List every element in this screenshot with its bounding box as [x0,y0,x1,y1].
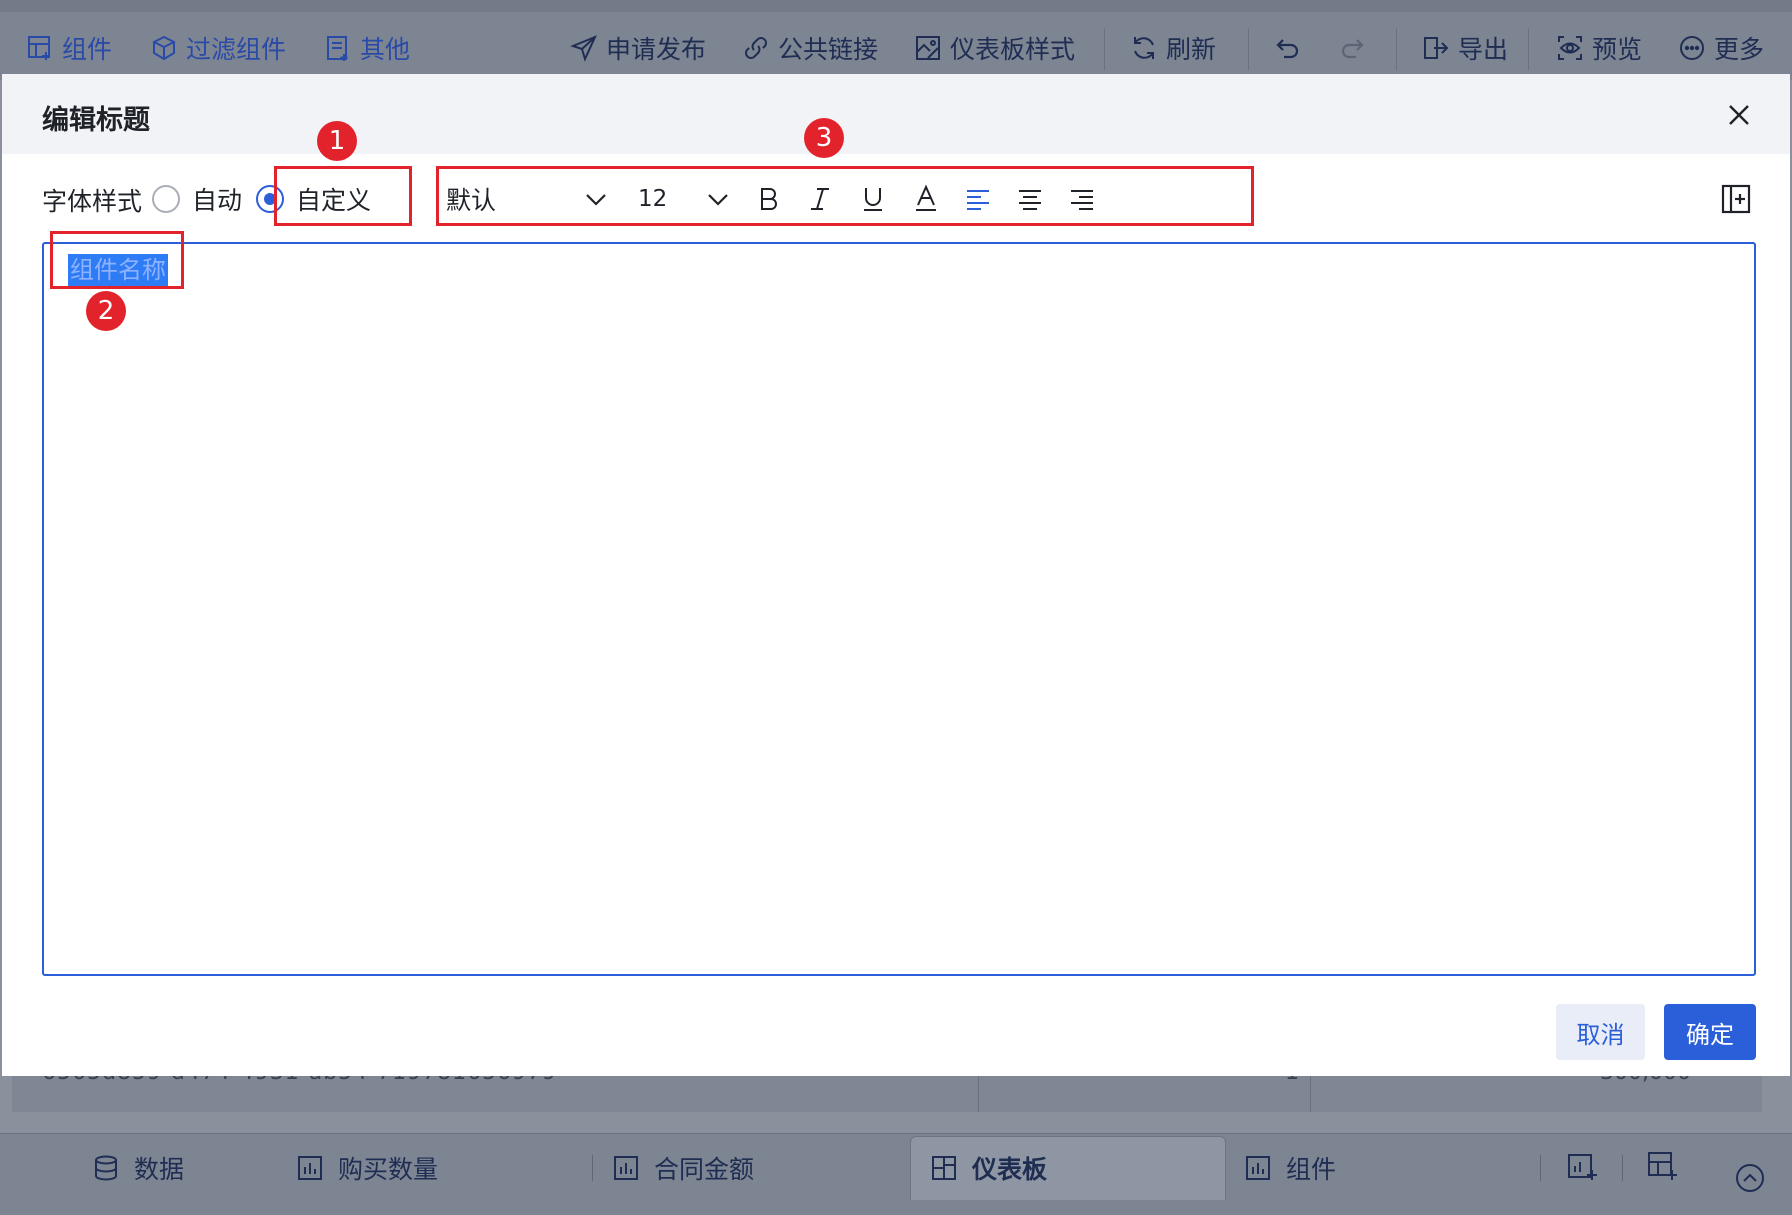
database-icon [95,1155,117,1181]
tab-dashboard[interactable]: 仪表板 [930,1148,1047,1188]
top-strip [0,0,1792,12]
toolbar-undo-button[interactable] [1274,30,1302,66]
radio-auto[interactable]: 自动 [152,182,242,216]
toolbar-redo-button[interactable] [1338,30,1366,66]
dialog-header [2,74,1790,154]
annotation-badge-3: 3 [804,118,844,158]
highlight-box-1 [274,166,412,226]
dashboard-icon [932,1156,956,1180]
toolbar-publish-label: 申请发布 [606,35,707,64]
bar-chart-icon [614,1156,638,1180]
other-doc-icon [327,36,348,61]
undo-icon [1276,39,1299,59]
toolbar-separator [1104,28,1105,70]
preview-eye-icon [1558,36,1582,60]
bar-chart-icon [1246,1156,1270,1180]
refresh-icon [1134,37,1154,59]
annotation-badge-1: 1 [317,121,357,161]
toolbar-refresh-label: 刷新 [1166,35,1217,64]
toolbar-publish-button[interactable]: 申请发布 [570,30,706,66]
tab-component[interactable]: 组件 [1244,1148,1336,1188]
toolbar-preview-label: 预览 [1592,35,1643,64]
tab-separator [1622,1155,1623,1181]
radio-auto-circle [152,185,180,213]
more-dots-icon [1680,36,1704,60]
toolbar-component-label: 组件 [62,35,113,64]
tab-contract-amount[interactable]: 合同金额 [612,1148,754,1188]
component-icon [28,36,50,60]
toolbar-more-button[interactable]: 更多 [1678,30,1764,66]
panel-toggle-icon[interactable] [1720,182,1752,216]
bottom-tab-bar [0,1133,1792,1215]
toolbar-separator [1528,28,1529,70]
toolbar-filter-button[interactable]: 过滤组件 [150,30,286,66]
export-icon [1424,37,1449,59]
toolbar-preview-button[interactable]: 预览 [1556,30,1642,66]
radio-auto-label: 自动 [192,186,243,215]
tab-purchase-qty-label: 购买数量 [338,1155,439,1184]
dialog-title: 编辑标题 [42,105,150,136]
toolbar-other-button[interactable]: 其他 [324,30,410,66]
send-icon [570,35,597,62]
toolbar-more-label: 更多 [1714,35,1765,64]
toolbar-other-label: 其他 [360,35,411,64]
tab-data-label: 数据 [134,1155,185,1184]
tab-data[interactable]: 数据 [92,1148,184,1188]
bar-chart-icon [298,1156,322,1180]
add-dashboard-icon[interactable] [1646,1150,1678,1182]
highlight-box-3 [436,166,1254,226]
font-style-label: 字体样式 [42,187,143,216]
dashboard-style-icon [916,36,940,60]
tab-dashboard-label: 仪表板 [972,1155,1048,1184]
collapse-up-icon[interactable] [1734,1162,1766,1194]
filter-cube-icon [153,35,175,61]
add-chart-icon[interactable] [1566,1150,1598,1182]
toolbar-component-button[interactable]: 组件 [26,30,112,66]
toolbar-refresh-button[interactable]: 刷新 [1130,30,1216,66]
confirm-button[interactable]: 确定 [1664,1004,1756,1060]
toolbar-export-label: 导出 [1458,35,1509,64]
highlight-box-2 [50,231,184,289]
annotation-badge-2: 2 [86,291,126,331]
tab-separator [592,1155,593,1181]
toolbar-separator [1396,28,1397,70]
close-icon[interactable] [1722,98,1756,132]
tab-separator [1540,1155,1541,1181]
tab-purchase-qty[interactable]: 购买数量 [296,1148,438,1188]
toolbar-export-button[interactable]: 导出 [1422,30,1508,66]
tab-contract-amount-label: 合同金额 [654,1155,755,1184]
toolbar-dashboard-style-button[interactable]: 仪表板样式 [914,30,1075,66]
toolbar-public-link-label: 公共链接 [778,35,879,64]
tab-component-label: 组件 [1286,1155,1337,1184]
link-icon [745,37,767,59]
toolbar-filter-label: 过滤组件 [186,35,287,64]
toolbar-public-link-button[interactable]: 公共链接 [742,30,878,66]
cancel-button[interactable]: 取消 [1556,1004,1645,1060]
toolbar-dashboard-style-label: 仪表板样式 [950,35,1076,64]
redo-icon [1341,39,1364,59]
toolbar-separator [1248,28,1249,70]
title-editor[interactable]: 组件名称 [42,242,1756,976]
